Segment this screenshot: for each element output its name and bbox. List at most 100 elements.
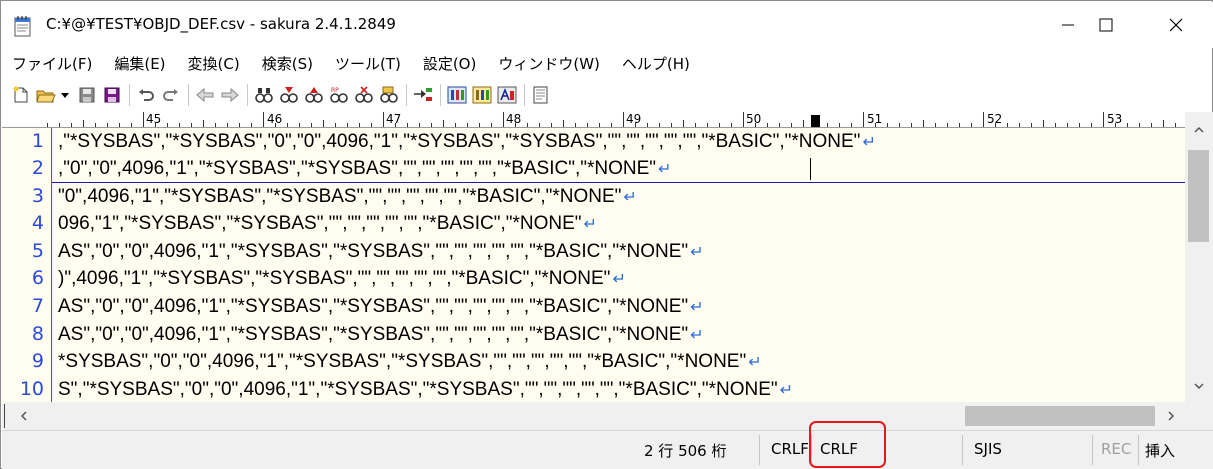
line-text: 096,"1","*SYSBAS","*SYSBAS","","","","",… (58, 213, 582, 234)
type-settings-button[interactable] (446, 84, 468, 106)
line-text: *SYSBAS","0","0",4096,"1","*SYSBAS","*SY… (58, 351, 747, 372)
jump-forward-button[interactable] (219, 84, 241, 106)
scroll-up-icon[interactable] (1193, 124, 1205, 136)
ruler-label: 50 (746, 112, 762, 126)
tag-jump-button[interactable] (412, 84, 434, 106)
menu-file[interactable]: ファイル(F) (12, 53, 92, 74)
horizontal-scroll-thumb[interactable] (965, 406, 1155, 426)
text-line: S","*SYSBAS","0","0",4096,"1","*SYSBAS",… (58, 376, 793, 402)
window-title: C:¥@¥TEST¥OBJD_DEF.csv - sakura 2.4.1.28… (46, 15, 396, 33)
eol-mark: ↵ (748, 354, 762, 371)
status-separator (1138, 435, 1139, 465)
encoding[interactable]: SJIS (974, 440, 1002, 458)
horizontal-scrollbar[interactable] (2, 402, 1213, 430)
line-text: ,"*SYSBAS","*SYSBAS","0","0",4096,"1","*… (58, 131, 861, 152)
save-button[interactable] (76, 84, 98, 106)
line-text: AS","0","0",4096,"1","*SYSBAS","*SYSBAS"… (58, 324, 689, 345)
eol-mark: ↵ (690, 299, 704, 316)
ruler-label: 46 (267, 112, 283, 126)
toolbar-separator (188, 84, 189, 106)
open-button[interactable] (35, 84, 57, 106)
ruler-label: 53 (1107, 112, 1123, 126)
menu-help[interactable]: ヘルプ(H) (622, 53, 690, 74)
tag-jump-icon (414, 88, 432, 101)
search-down-button[interactable] (278, 84, 300, 106)
insert-mode: 挿入 (1145, 442, 1176, 460)
menu-window[interactable]: ウィンドウ(W) (498, 53, 600, 74)
undo-icon (139, 89, 154, 101)
grep-button[interactable] (378, 84, 400, 106)
common-settings-button[interactable] (471, 84, 493, 106)
scroll-right-icon[interactable] (1165, 410, 1177, 422)
line-number: 3 (31, 185, 44, 207)
undo-button[interactable] (135, 84, 157, 106)
redo-button[interactable] (160, 84, 182, 106)
maximize-button[interactable] (1077, 2, 1135, 48)
print-preview-button[interactable] (530, 84, 552, 106)
redo-icon (163, 89, 178, 101)
status-bar: 2 行 506 桁 CRLF CRLF SJIS REC 挿入 (2, 430, 1213, 469)
menu-tools[interactable]: ツール(T) (335, 53, 401, 74)
eol-mark: ↵ (690, 327, 704, 344)
clear-mark-button[interactable] (353, 84, 375, 106)
ruler-cursor-marker (811, 115, 820, 127)
column-ruler: 45 46 47 48 49 50 51 52 53 (47, 112, 1185, 128)
close-button[interactable] (1147, 2, 1205, 48)
scroll-down-icon[interactable] (1193, 380, 1205, 392)
highlight-box (809, 421, 886, 468)
text-line: AS","0","0",4096,"1","*SYSBAS","*SYSBAS"… (58, 293, 704, 321)
toolbar-separator (129, 84, 130, 106)
search-up-button[interactable] (303, 84, 325, 106)
minimize-icon (1062, 24, 1074, 26)
eol-mark: ↵ (623, 189, 637, 206)
line-text: AS","0","0",4096,"1","*SYSBAS","*SYSBAS"… (58, 241, 689, 262)
jump-back-button[interactable] (194, 84, 216, 106)
search-down-icon (280, 87, 298, 103)
search-icon (255, 88, 273, 103)
font-icon (497, 86, 517, 104)
chevron-down-icon (61, 92, 69, 98)
eol-mark: ↵ (658, 161, 672, 178)
menu-search[interactable]: 検索(S) (262, 53, 313, 74)
line-number: 7 (31, 295, 44, 317)
line-number: 9 (31, 350, 44, 372)
toolbar-separator (524, 84, 525, 106)
search-button[interactable] (253, 84, 275, 106)
eol-code-left[interactable]: CRLF (771, 440, 809, 458)
new-file-button[interactable] (10, 84, 32, 106)
menu-edit[interactable]: 編集(E) (114, 53, 165, 74)
scroll-left-icon[interactable] (18, 410, 30, 422)
line-text: ,"0","0",4096,"1","*SYSBAS","*SYSBAS",""… (58, 158, 657, 179)
ruler-label: 51 (867, 112, 883, 126)
ruler-label: 52 (987, 112, 1003, 126)
eol-mark: ↵ (690, 244, 704, 261)
vertical-scrollbar[interactable] (1185, 112, 1213, 402)
text-line: ,"*SYSBAS","*SYSBAS","0","0",4096,"1","*… (58, 128, 876, 156)
eol-mark: ↵ (862, 134, 876, 151)
menu-settings[interactable]: 設定(O) (423, 53, 477, 74)
eol-mark: ↵ (779, 382, 794, 399)
line-text: AS","0","0",4096,"1","*SYSBAS","*SYSBAS"… (58, 296, 689, 317)
menu-convert[interactable]: 変換(C) (188, 53, 240, 74)
replace-button[interactable]: RP (328, 84, 350, 106)
text-editor[interactable]: 1 ,"*SYSBAS","*SYSBAS","0","0",4096,"1",… (2, 128, 1185, 402)
font-button[interactable] (496, 84, 518, 106)
text-line: 096,"1","*SYSBAS","*SYSBAS","","","","",… (58, 210, 597, 238)
split-box[interactable] (4, 404, 7, 428)
ruler-label: 47 (386, 112, 402, 126)
open-dropdown-button[interactable] (60, 84, 70, 106)
vertical-scroll-thumb[interactable] (1188, 150, 1209, 242)
status-separator (962, 435, 963, 465)
settings-type-icon (447, 86, 467, 104)
app-notepad-icon (14, 16, 31, 37)
status-separator (759, 435, 760, 465)
menu-bar: ファイル(F) 編集(E) 変換(C) 検索(S) ツール(T) 設定(O) ウ… (2, 48, 1213, 78)
line-text: )",4096,"1","*SYSBAS","*SYSBAS","","",""… (58, 268, 611, 289)
save-all-button[interactable] (101, 84, 123, 106)
svg-text:RP: RP (331, 87, 339, 94)
line-text: S","*SYSBAS","0","0",4096,"1","*SYSBAS",… (58, 379, 778, 400)
open-folder-icon (36, 90, 56, 103)
ruler-corner (2, 112, 47, 128)
line-number: 10 (19, 378, 44, 400)
new-file-icon (13, 86, 28, 103)
